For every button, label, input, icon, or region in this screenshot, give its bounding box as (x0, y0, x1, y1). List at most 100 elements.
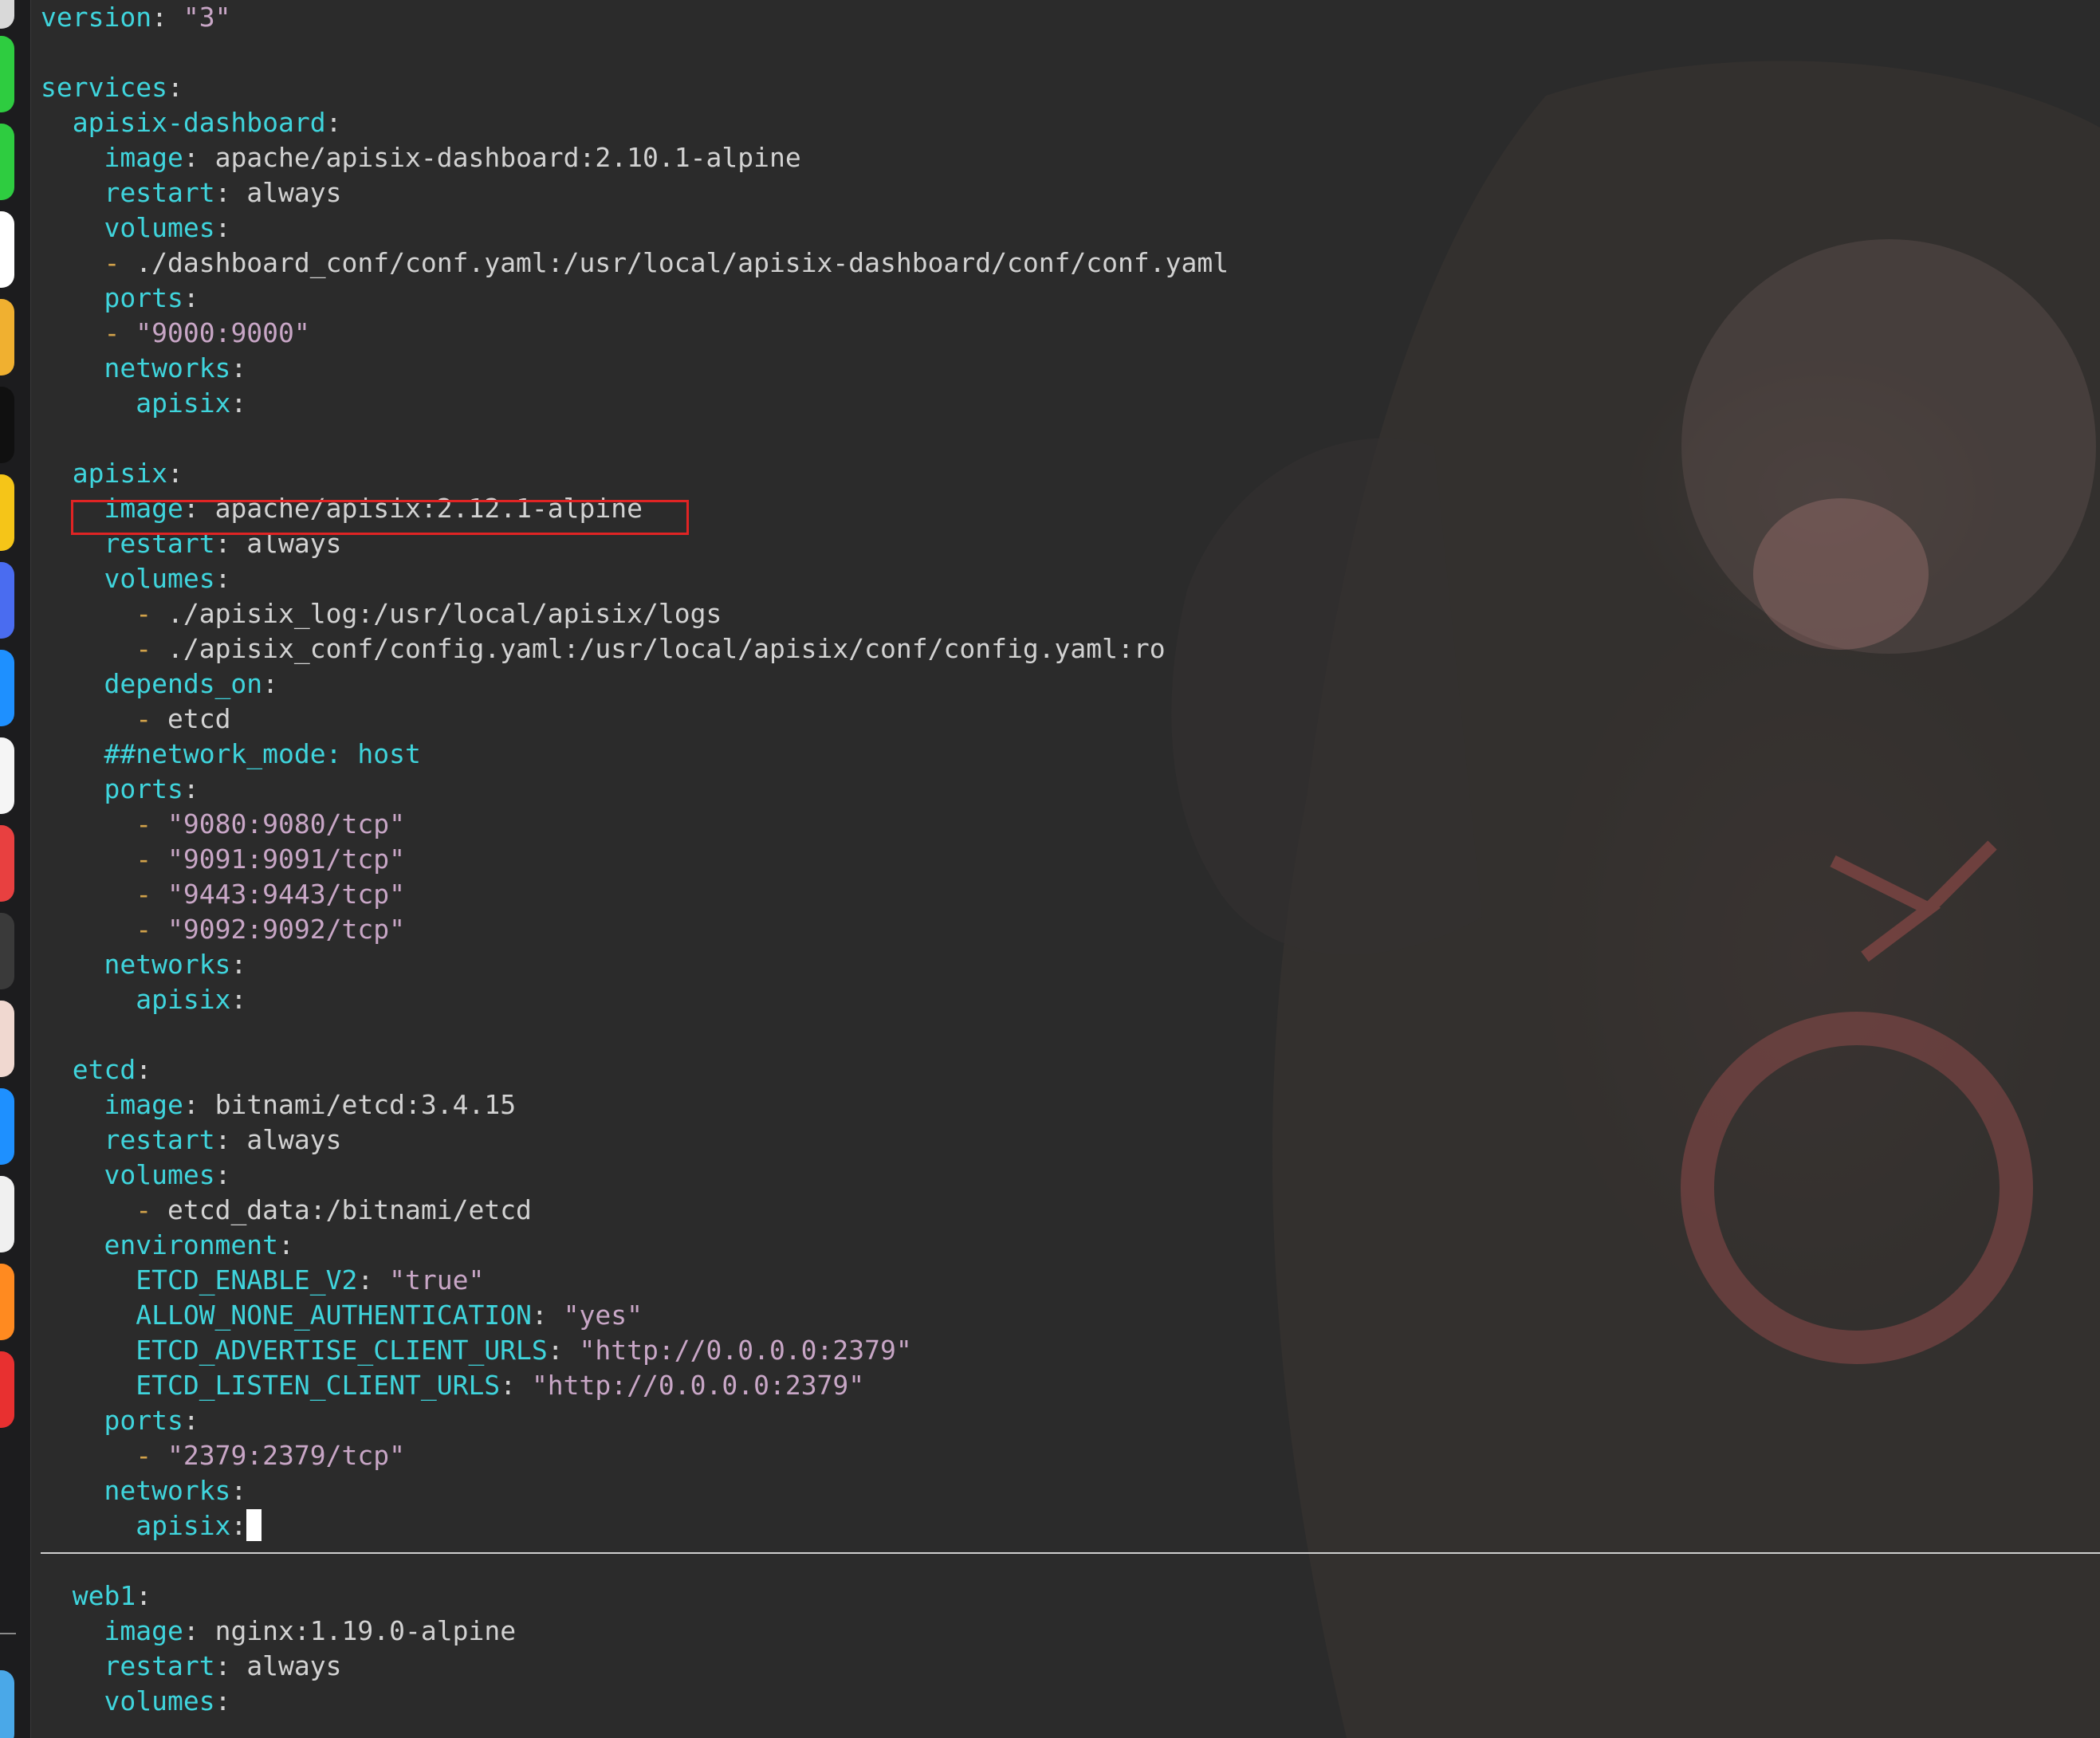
code-line: volumes: (41, 1158, 230, 1193)
token-key: volumes (104, 1159, 215, 1190)
code-line: ETCD_ENABLE_V2: "true" (41, 1263, 484, 1298)
vscode-icon[interactable] (0, 650, 14, 726)
token-key: networks (104, 1475, 231, 1506)
code-line: - ./apisix_log:/usr/local/apisix/logs (41, 596, 722, 631)
code-line: ports: (41, 281, 199, 316)
code-line: volumes: (41, 561, 230, 596)
token-key: volumes (104, 563, 215, 594)
token-punc: : (230, 949, 247, 980)
wallpaper-hair-shape (1272, 61, 2100, 1738)
token-str: "2379:2379/tcp" (167, 1440, 405, 1471)
app-icon[interactable] (0, 1176, 14, 1252)
token-key: ETCD_ENABLE_V2 (136, 1264, 358, 1296)
token-dash: - (136, 843, 167, 875)
token-punc: : (183, 1615, 215, 1646)
code-line: - "9000:9000" (41, 316, 309, 351)
macos-dock (0, 0, 31, 1738)
terminal-icon[interactable] (0, 387, 14, 463)
token-punc: : (136, 1054, 152, 1085)
token-key: apisix-dashboard (72, 107, 326, 138)
token-punc: : (262, 668, 279, 699)
token-punc: : (151, 2, 183, 33)
app-icon[interactable] (0, 1351, 14, 1428)
token-val: ./apisix_log:/usr/local/apisix/logs (167, 598, 722, 629)
code-line: - etcd (41, 702, 230, 737)
code-line: ETCD_LISTEN_CLIENT_URLS: "http://0.0.0.0… (41, 1368, 864, 1403)
token-key: image (104, 1089, 183, 1120)
token-punc: : (230, 387, 247, 419)
app-icon[interactable] (0, 1001, 14, 1077)
token-key: apisix (136, 387, 231, 419)
token-key: image (104, 1615, 183, 1646)
code-line: networks: (41, 1473, 246, 1508)
code-line: - ./dashboard_conf/conf.yaml:/usr/local/… (41, 246, 1229, 281)
token-key: apisix (136, 984, 231, 1015)
code-line: apisix-dashboard: (41, 105, 342, 140)
token-punc: : (167, 458, 183, 489)
mail-icon[interactable] (0, 211, 14, 288)
token-key: environment (104, 1229, 279, 1260)
token-punc: : (183, 1089, 215, 1120)
code-line: apisix: (41, 386, 246, 421)
token-key: etcd (72, 1054, 136, 1085)
token-str: "true" (389, 1264, 485, 1296)
token-dash: - (136, 808, 167, 840)
token-punc: : (230, 1475, 247, 1506)
token-punc: : (167, 72, 183, 103)
wallpaper-hood-shape (1171, 438, 1482, 955)
token-val: ./dashboard_conf/conf.yaml:/usr/local/ap… (136, 247, 1229, 278)
app-icon[interactable] (0, 1264, 14, 1340)
safari-icon[interactable] (0, 737, 14, 814)
token-punc: : (547, 1335, 580, 1366)
token-val: etcd_data:/bitnami/etcd (167, 1194, 532, 1225)
token-str: "yes" (563, 1300, 643, 1331)
code-line: - "2379:2379/tcp" (41, 1438, 405, 1473)
token-key: restart (104, 1124, 215, 1155)
finder-icon[interactable] (0, 1670, 14, 1738)
wallpaper-face-shape (1681, 239, 2096, 654)
app-icon[interactable] (0, 1088, 14, 1165)
finder-icon[interactable] (0, 0, 14, 29)
code-line: ETCD_ADVERTISE_CLIENT_URLS: "http://0.0.… (41, 1333, 912, 1368)
code-line: depends_on: (41, 666, 278, 702)
wallpaper-bubble-shape (1753, 498, 1929, 650)
token-val: ./apisix_conf/config.yaml:/usr/local/api… (167, 633, 1166, 664)
token-key: apisix (72, 458, 167, 489)
token-punc: : (531, 1300, 564, 1331)
highlight-box (71, 500, 689, 535)
token-key: depends_on (104, 668, 263, 699)
app-icon[interactable] (0, 913, 14, 989)
token-key: ports (104, 1405, 183, 1436)
token-punc: : (214, 212, 231, 243)
messages-icon[interactable] (0, 36, 14, 112)
token-punc: : (500, 1370, 532, 1401)
token-punc: : (183, 1405, 199, 1436)
code-editor[interactable]: version: "3" services: apisix-dashboard: … (31, 0, 2100, 1738)
app-icon[interactable] (0, 825, 14, 902)
token-punc: : (136, 1580, 152, 1611)
app-icon[interactable] (0, 562, 14, 639)
token-punc: : (214, 1685, 231, 1716)
token-punc: : (278, 1229, 294, 1260)
code-line: services: (41, 70, 183, 105)
token-key: ETCD_LISTEN_CLIENT_URLS (136, 1370, 501, 1401)
token-punc: : (183, 773, 199, 804)
token-dash: - (104, 317, 136, 348)
code-line: web1: (41, 1579, 151, 1614)
token-key: ALLOW_NONE_AUTHENTICATION (136, 1300, 532, 1331)
token-punc: : (230, 984, 247, 1015)
token-key: restart (104, 1650, 215, 1681)
token-key: restart (104, 177, 215, 208)
token-str: "9080:9080/tcp" (167, 808, 405, 840)
dock-separator (0, 1633, 16, 1634)
token-key: networks (104, 949, 231, 980)
code-line: - etcd_data:/bitnami/etcd (41, 1193, 532, 1228)
token-val: apache/apisix-dashboard:2.10.1-alpine (214, 142, 801, 173)
token-key: version (41, 2, 152, 33)
token-punc: : (183, 142, 215, 173)
wechat-icon[interactable] (0, 124, 14, 200)
token-punc: : (214, 177, 247, 208)
notes-icon[interactable] (0, 474, 14, 551)
chrome-icon[interactable] (0, 299, 14, 376)
token-dash: - (104, 247, 136, 278)
